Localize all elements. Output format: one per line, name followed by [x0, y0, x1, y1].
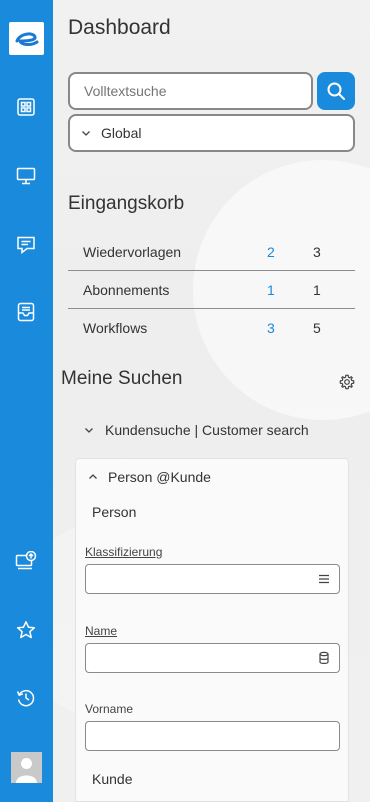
star-icon[interactable]	[13, 617, 39, 643]
search-field[interactable]	[68, 72, 313, 110]
inbox-new-count[interactable]: 1	[267, 282, 275, 298]
inbox-label: Abonnements	[83, 281, 170, 298]
panel-section-kunde: Kunde	[92, 771, 133, 787]
saved-search-label: Kundensuche | Customer search	[105, 422, 309, 438]
scope-dropdown[interactable]: Global	[68, 114, 355, 152]
page-title: Dashboard	[68, 16, 171, 39]
inbox-label: Wiedervorlagen	[83, 243, 182, 260]
chevron-up-icon	[89, 474, 97, 479]
inbox-new-count[interactable]: 2	[267, 244, 275, 260]
inbox-row-wiedervorlagen[interactable]: Wiedervorlagen 2 3	[68, 233, 355, 271]
inbox-total-count[interactable]: 5	[313, 320, 321, 336]
chevron-down-icon	[82, 131, 90, 136]
vorname-field[interactable]	[85, 721, 340, 751]
search-panel: Person @Kunde Person Klassifizierung Nam…	[75, 458, 349, 802]
inbox-label: Workflows	[83, 320, 148, 336]
history-icon[interactable]	[13, 685, 39, 711]
inbox-new-count[interactable]: 3	[267, 320, 275, 336]
dashboard-icon[interactable]	[13, 94, 39, 120]
search-button[interactable]	[317, 72, 355, 110]
inbox-total-count[interactable]: 1	[313, 282, 321, 298]
app-logo[interactable]	[9, 22, 44, 55]
gear-icon[interactable]	[339, 374, 355, 390]
chevron-down-icon	[85, 428, 93, 433]
scope-value: Global	[101, 125, 142, 141]
upload-icon[interactable]	[13, 548, 39, 574]
inbox-total-count[interactable]: 3	[313, 244, 321, 260]
database-icon[interactable]	[317, 651, 331, 665]
monitor-icon[interactable]	[13, 163, 39, 189]
inbox-icon[interactable]	[13, 299, 39, 325]
inbox-row-workflows[interactable]: Workflows 3 5	[68, 309, 355, 347]
field-label-vorname: Vorname	[85, 702, 134, 716]
panel-header[interactable]: Person @Kunde	[87, 469, 211, 485]
sidebar	[0, 0, 53, 802]
avatar[interactable]	[11, 752, 42, 783]
panel-title: Person @Kunde	[108, 469, 211, 485]
message-icon[interactable]	[13, 232, 39, 258]
panel-subtitle: Person	[92, 504, 137, 520]
list-icon[interactable]	[317, 572, 331, 586]
inbox-title: Eingangskorb	[68, 193, 185, 214]
klassifizierung-field[interactable]	[85, 564, 340, 594]
field-label-name: Name	[85, 624, 118, 638]
search-input[interactable]	[84, 83, 311, 99]
inbox-row-abonnements[interactable]: Abonnements 1 1	[68, 271, 355, 309]
search-icon	[327, 82, 345, 100]
my-searches-title: Meine Suchen	[61, 368, 183, 389]
main-content: Dashboard Global Eingangskorb Wiedervorl…	[53, 0, 370, 802]
name-field[interactable]	[85, 643, 340, 673]
field-label-klassifizierung: Klassifizierung	[85, 545, 163, 559]
saved-search-group[interactable]: Kundensuche | Customer search	[83, 422, 309, 438]
